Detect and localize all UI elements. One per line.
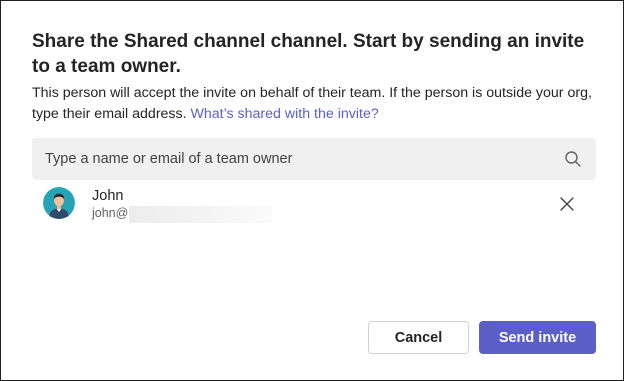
share-channel-dialog: Share the Shared channel channel. Start …	[0, 0, 624, 381]
person-email-row: john@	[92, 206, 274, 223]
redacted-email-mask	[129, 206, 274, 223]
selected-person-row: John john@	[32, 181, 596, 229]
avatar-icon	[43, 187, 75, 219]
close-icon[interactable]	[558, 195, 576, 213]
remove-person-button[interactable]	[558, 195, 576, 213]
person-email: john@	[92, 206, 129, 220]
send-invite-button[interactable]: Send invite	[479, 321, 596, 354]
cancel-button[interactable]: Cancel	[368, 321, 469, 354]
person-name: John	[92, 188, 124, 204]
search-input[interactable]	[32, 138, 552, 180]
search-icon[interactable]	[564, 150, 582, 168]
dialog-title: Share the Shared channel channel. Start …	[32, 31, 585, 77]
whats-shared-link[interactable]: What’s shared with the invite?	[191, 106, 379, 122]
search-box[interactable]	[32, 138, 596, 180]
dialog-description: This person will accept the invite on be…	[32, 83, 598, 125]
